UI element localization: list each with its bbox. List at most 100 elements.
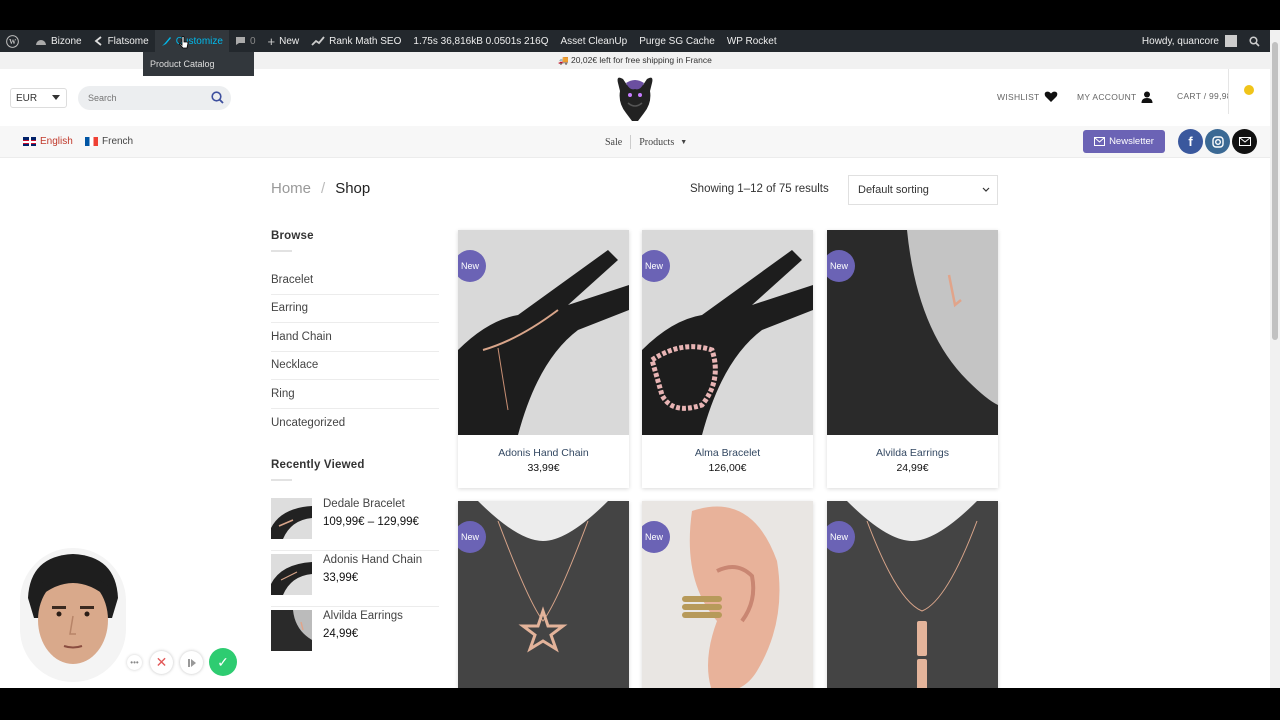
category-item[interactable]: Hand Chain [271, 323, 439, 352]
recently-viewed-list: Dedale Bracelet 109,99€ – 129,99€ Adonis … [271, 495, 439, 663]
product-thumbnail [271, 498, 312, 539]
product-card[interactable]: New [827, 501, 998, 688]
newsletter-label: Newsletter [1109, 136, 1154, 147]
breadcrumb: Home / Shop [271, 180, 370, 197]
recent-product[interactable]: Dedale Bracelet 109,99€ – 129,99€ [271, 495, 439, 551]
product-image[interactable]: New [458, 230, 629, 435]
page-scrollbar[interactable] [1270, 30, 1280, 688]
breadcrumb-current: Shop [335, 180, 371, 197]
new-label: New [279, 35, 300, 47]
asset-cleanup-link[interactable]: Asset CleanUp [555, 30, 634, 52]
product-card[interactable]: New [642, 501, 813, 688]
search-input[interactable] [78, 86, 198, 110]
recently-viewed-title: Recently Viewed [271, 459, 365, 471]
chevron-left-icon [94, 36, 102, 46]
admin-search-button[interactable] [1243, 30, 1270, 52]
category-item[interactable]: Uncategorized [271, 409, 439, 438]
category-item[interactable]: Necklace [271, 352, 439, 380]
product-image[interactable]: New [827, 230, 998, 435]
purge-cache-label: Purge SG Cache [639, 35, 715, 47]
product-card[interactable]: New Alma Bracelet 126,00€ [642, 230, 813, 488]
language-english[interactable]: English [23, 136, 73, 147]
wp-rocket-label: WP Rocket [726, 35, 777, 47]
email-icon[interactable] [1232, 129, 1257, 154]
customize-link[interactable]: Customize [154, 30, 229, 52]
breadcrumb-home[interactable]: Home [271, 180, 311, 197]
comments-link[interactable]: 0 [229, 30, 262, 52]
product-name[interactable]: Alma Bracelet [642, 447, 813, 459]
account-menu[interactable]: Howdy, quancore [1136, 30, 1243, 52]
category-item[interactable]: Ring [271, 380, 439, 409]
webcam-person-icon [20, 548, 126, 682]
category-item[interactable]: Bracelet [271, 266, 439, 295]
heart-icon [1044, 91, 1057, 102]
category-item[interactable]: Earring [271, 295, 439, 323]
query-stats-label: 1.75s 36,816kB 0.0501s 216Q [413, 35, 549, 47]
site-name-label: Bizone [51, 35, 82, 47]
currency-select[interactable]: EUR [10, 88, 67, 108]
wp-rocket-link[interactable]: WP Rocket [721, 30, 783, 52]
sorting-select[interactable]: Default sorting [848, 175, 998, 205]
result-count: Showing 1–12 of 75 results [690, 183, 829, 195]
nav-sale[interactable]: Sale [605, 137, 622, 148]
breadcrumb-divider: / [321, 180, 326, 197]
sorting-value: Default sorting [858, 184, 929, 196]
product-image[interactable]: New [458, 501, 629, 688]
recent-product-name: Adonis Hand Chain [323, 554, 423, 566]
caret-down-icon [52, 95, 60, 100]
wishlist-label: WISHLIST [997, 92, 1040, 102]
language-french[interactable]: French [85, 136, 133, 147]
recent-product-name: Dedale Bracelet [323, 498, 405, 510]
rank-math-link[interactable]: Rank Math SEO [305, 30, 407, 52]
main-category-nav: Sale Products ▼ [605, 135, 687, 149]
recent-product[interactable]: Adonis Hand Chain 33,99€ [271, 551, 439, 607]
site-name-link[interactable]: Bizone [29, 30, 88, 52]
site-logo[interactable] [614, 73, 656, 123]
product-name[interactable]: Alvilda Earrings [827, 447, 998, 459]
chevron-down-icon [982, 187, 990, 192]
product-image[interactable]: New [642, 501, 813, 688]
recorder-pause-icon[interactable] [180, 651, 203, 674]
product-name[interactable]: Adonis Hand Chain [458, 447, 629, 459]
caret-down-icon: ▼ [680, 138, 688, 146]
user-icon [1141, 91, 1153, 103]
my-account-link[interactable]: MY ACCOUNT [1077, 91, 1153, 103]
wordpress-logo-icon[interactable]: W [0, 30, 29, 52]
recorder-finish-icon[interactable]: ✓ [209, 648, 237, 676]
product-card[interactable]: New Alvilda Earrings 24,99€ [827, 230, 998, 488]
comments-count: 0 [249, 35, 256, 47]
shop-sidebar: Browse Bracelet Earring Hand Chain Neckl… [271, 230, 439, 663]
recent-product-name: Alvilda Earrings [323, 610, 403, 622]
asset-cleanup-label: Asset CleanUp [560, 35, 628, 47]
newsletter-button[interactable]: Newsletter [1083, 130, 1165, 153]
plus-icon: + [267, 33, 276, 49]
cart-link[interactable]: CART / 99,98 [1177, 91, 1232, 101]
my-account-label: MY ACCOUNT [1077, 92, 1137, 102]
facebook-icon[interactable]: f [1178, 129, 1203, 154]
nav-products[interactable]: Products [639, 137, 674, 148]
new-content-link[interactable]: + New [262, 30, 306, 52]
product-image[interactable]: New [827, 501, 998, 688]
recorder-more-icon[interactable]: ••• [127, 655, 142, 670]
product-card[interactable]: New Adonis Hand Chain 33,99€ [458, 230, 629, 488]
search-icon[interactable] [211, 91, 224, 104]
customize-dropdown-item[interactable]: Product Catalog [143, 52, 254, 76]
site-header: EUR WISHLIST MY ACCOUNT CART / 99,98 [0, 69, 1270, 126]
envelope-icon [1094, 137, 1106, 146]
wishlist-link[interactable]: WISHLIST [997, 91, 1058, 103]
search-icon [1249, 35, 1260, 47]
scrollbar-thumb[interactable] [1272, 42, 1278, 340]
recent-product-price: 24,99€ [323, 628, 359, 640]
query-monitor-stats[interactable]: 1.75s 36,816kB 0.0501s 216Q [407, 30, 554, 52]
instagram-icon[interactable] [1205, 129, 1230, 154]
recent-product[interactable]: Alvilda Earrings 24,99€ [271, 607, 439, 663]
product-catalog-label: Product Catalog [150, 59, 215, 69]
theme-link[interactable]: Flatsome [88, 30, 155, 52]
brush-icon [161, 36, 171, 46]
browser-viewport: W Bizone Flatsome Customize 0 + New Rank… [0, 30, 1280, 688]
product-card[interactable]: New [458, 501, 629, 688]
purge-cache-link[interactable]: Purge SG Cache [633, 30, 721, 52]
recorder-cancel-icon[interactable]: ✕ [150, 651, 173, 674]
browse-title: Browse [271, 230, 314, 242]
product-image[interactable]: New [642, 230, 813, 435]
